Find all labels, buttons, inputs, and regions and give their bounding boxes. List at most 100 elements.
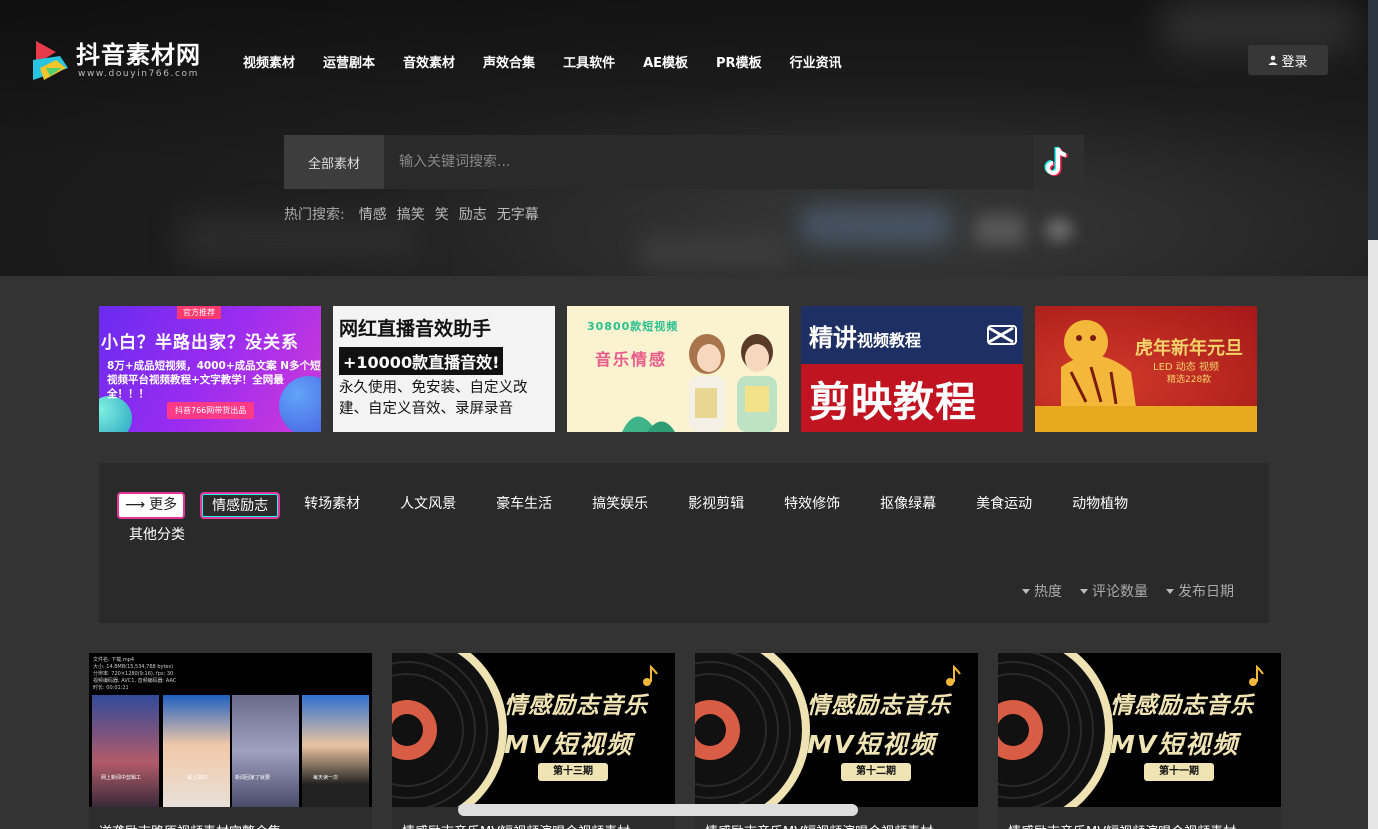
category-emotional[interactable]: 情感励志 xyxy=(200,492,281,519)
video-frame xyxy=(232,695,299,807)
card-title[interactable]: 逆袭励志路原视频素材完整合集 xyxy=(89,807,372,829)
thumbnail-heading: 情感励志音乐 xyxy=(807,693,951,719)
logo-url: www.douyin766.com xyxy=(78,69,200,79)
frame-caption: 每天读一次 xyxy=(313,775,339,781)
category-food-sports[interactable]: 美食运动 xyxy=(976,492,1032,519)
logo-play-icon xyxy=(30,38,72,82)
resource-card[interactable]: 情感励志音乐 MV短视频 第十一期 情感励志音乐MV短视频演唱会视频素材 xyxy=(998,653,1281,829)
leaf-icon xyxy=(622,416,675,432)
vinyl-record-icon xyxy=(695,653,810,807)
tiktok-icon xyxy=(1044,146,1068,176)
category-funny[interactable]: 搞笑娱乐 xyxy=(592,492,648,519)
frame-caption: 新闻回家了就要 xyxy=(235,775,271,781)
nav-item-audio[interactable]: 音效素材 xyxy=(403,52,455,71)
hot-keyword[interactable]: 搞笑 xyxy=(397,204,425,224)
search-submit-button[interactable] xyxy=(1034,135,1084,189)
category-animals[interactable]: 动物植物 xyxy=(1072,492,1128,519)
promo-banners: 官方推荐 小白？半路出家？没关系 8万+成品短视频，4000+成品文案 N多个短… xyxy=(99,306,1269,432)
banner-heading: 30800款短视频 xyxy=(587,320,679,333)
hot-keyword[interactable]: 情感 xyxy=(359,204,387,224)
banner-subheading: +10000款直播音效! xyxy=(339,347,504,375)
banner-live-sfx[interactable]: 网红直播音效助手 +10000款直播音效! 永久使用、免安装、自定义改建、自定义… xyxy=(333,306,555,432)
hot-keyword[interactable]: 无字幕 xyxy=(497,204,539,224)
banner-subheading: 剪映教程 xyxy=(809,378,977,426)
sort-comments[interactable]: 评论数量 xyxy=(1080,581,1148,601)
sort-options: 热度 评论数量 发布日期 xyxy=(1004,581,1234,601)
banner-newyear[interactable]: 虎年新年元旦 LED 动态 视频 精选228款 xyxy=(1035,306,1257,432)
category-film-edit[interactable]: 影视剪辑 xyxy=(688,492,744,519)
card-thumbnail: 情感励志音乐 MV短视频 第十三期 xyxy=(392,653,675,807)
resource-card[interactable]: 文件名: 下载.mp4 大小: 14.8MB(15,534,788 bytes) 分… xyxy=(89,653,372,829)
banner-beginner[interactable]: 官方推荐 小白？半路出家？没关系 8万+成品短视频，4000+成品文案 N多个短… xyxy=(99,306,321,432)
banner-subheading: 音乐情感 xyxy=(595,350,668,369)
nav-item-video[interactable]: 视频素材 xyxy=(243,52,295,71)
card-title[interactable]: 情感励志音乐MV短视频演唱会视频素材 xyxy=(998,807,1281,829)
category-transition[interactable]: 转场素材 xyxy=(304,492,360,519)
decor-wave xyxy=(1035,406,1257,432)
hot-keyword[interactable]: 励志 xyxy=(459,204,487,224)
search-bar: 全部素材 xyxy=(284,135,1084,189)
thumbnail-meta: 文件名: 下载.mp4 大小: 14.8MB(15,534,788 bytes) 分… xyxy=(93,657,177,691)
hot-search-label: 热门搜索: xyxy=(284,207,345,223)
category-other[interactable]: 其他分类 xyxy=(129,523,185,550)
category-scenery[interactable]: 人文风景 xyxy=(400,492,456,519)
main-nav: 视频素材 运营剧本 音效素材 声效合集 工具软件 AE模板 PR模板 行业资讯 xyxy=(243,52,870,71)
video-frame xyxy=(163,695,230,807)
music-note-icon xyxy=(1249,665,1264,686)
category-luxury[interactable]: 豪车生活 xyxy=(496,492,552,519)
video-frame xyxy=(92,695,159,807)
banner-text: 8万+成品短视频，4000+成品文案 N多个短视频平台视频教程+文字教学！全网最… xyxy=(107,360,321,400)
banner-heading: 网红直播音效助手 xyxy=(339,318,492,340)
thumbnail-heading: 情感励志音乐 xyxy=(504,693,648,719)
thumbnail-subheading: MV短视频 xyxy=(1110,730,1240,759)
login-label: 登录 xyxy=(1281,54,1308,70)
issue-badge: 第十二期 xyxy=(841,763,911,781)
vinyl-record-icon xyxy=(998,653,1113,807)
card-thumbnail: 情感励志音乐 MV短视频 第十一期 xyxy=(998,653,1281,807)
search-input[interactable] xyxy=(384,135,1034,189)
scrollbar-thumb[interactable] xyxy=(1368,0,1378,240)
horizontal-scrollbar[interactable] xyxy=(458,804,858,816)
site-logo[interactable]: 抖音素材网 www.douyin766.com xyxy=(30,38,201,82)
more-categories-button[interactable]: ⟶ 更多 xyxy=(117,492,186,519)
issue-badge: 第十一期 xyxy=(1144,763,1214,781)
thumbnail-subheading: MV短视频 xyxy=(807,730,937,759)
login-button[interactable]: 登录 xyxy=(1248,45,1328,75)
banner-heading: 小白？半路出家？没关系 xyxy=(101,333,299,353)
nav-item-news[interactable]: 行业资讯 xyxy=(790,52,842,71)
nav-item-sfx[interactable]: 声效合集 xyxy=(483,52,535,71)
hot-search: 热门搜索: 情感 搞笑 笑 励志 无字幕 xyxy=(284,204,549,224)
nav-item-ae[interactable]: AE模板 xyxy=(643,52,688,71)
resource-card[interactable]: 情感励志音乐 MV短视频 第十二期 情感励志音乐MV短视频演唱会视频素材 xyxy=(695,653,978,829)
banner-music[interactable]: 30800款短视频 音乐情感 xyxy=(567,306,789,432)
video-frame xyxy=(302,695,369,807)
more-label: 更多 xyxy=(149,497,178,513)
issue-badge: 第十三期 xyxy=(538,763,608,781)
vertical-scrollbar[interactable] xyxy=(1368,0,1378,829)
vinyl-record-icon xyxy=(392,653,507,807)
resource-card[interactable]: 情感励志音乐 MV短视频 第十三期 情感励志音乐MV短视频演唱会视频素材 xyxy=(392,653,675,829)
music-note-icon xyxy=(643,665,658,686)
banner-text: 永久使用、免安装、自定义改建、自定义音效、录屏录音 xyxy=(339,380,528,417)
sort-popularity[interactable]: 热度 xyxy=(1022,581,1062,601)
thumbnail-subheading: MV短视频 xyxy=(504,730,634,759)
resource-grid: 文件名: 下载.mp4 大小: 14.8MB(15,534,788 bytes) 分… xyxy=(89,653,1301,829)
logo-name: 抖音素材网 xyxy=(76,41,201,69)
banner-button[interactable]: 抖音766网带货出品 xyxy=(167,402,255,419)
user-icon xyxy=(1268,55,1278,65)
nav-item-script[interactable]: 运营剧本 xyxy=(323,52,375,71)
decor-ball xyxy=(99,396,132,432)
nav-item-tools[interactable]: 工具软件 xyxy=(563,52,615,71)
sort-date[interactable]: 发布日期 xyxy=(1166,581,1234,601)
banner-text: 精选228款 xyxy=(1167,375,1212,385)
category-effects[interactable]: 特效修饰 xyxy=(784,492,840,519)
banner-heading: 精讲视频教程 xyxy=(809,324,922,352)
nav-item-pr[interactable]: PR模板 xyxy=(716,52,762,71)
frame-caption: 网上新闻中剪辑工 xyxy=(101,775,142,781)
card-thumbnail: 情感励志音乐 MV短视频 第十二期 xyxy=(695,653,978,807)
category-greenscreen[interactable]: 抠像绿幕 xyxy=(880,492,936,519)
search-category-select[interactable]: 全部素材 xyxy=(284,135,384,189)
banner-capcut[interactable]: 精讲视频教程 剪映教程 xyxy=(801,306,1023,432)
hot-keyword[interactable]: 笑 xyxy=(435,204,449,224)
banner-subheading: LED 动态 视频 xyxy=(1153,362,1219,373)
